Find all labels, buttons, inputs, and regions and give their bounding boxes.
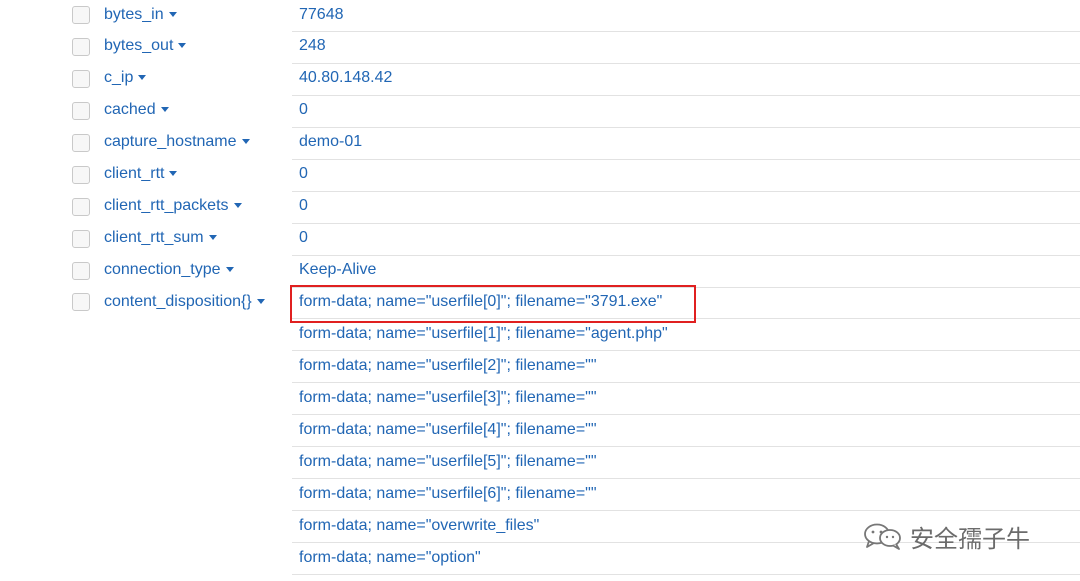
- field-value[interactable]: form-data; name="userfile[6]"; filename=…: [299, 484, 597, 504]
- field-value[interactable]: 0: [299, 100, 308, 120]
- field-checkbox[interactable]: [72, 134, 90, 152]
- caret-down-icon: [233, 203, 242, 209]
- caret-down-icon: [256, 299, 265, 305]
- caret-down-icon: [169, 171, 178, 177]
- field-name[interactable]: content_disposition{}: [104, 292, 265, 312]
- field-row-client-rtt-packets: client_rtt_packets 0: [0, 192, 1080, 224]
- field-checkbox[interactable]: [72, 293, 90, 311]
- caret-down-icon: [160, 107, 169, 113]
- row-separator: [292, 478, 1080, 479]
- watermark: 安全孺子牛: [862, 520, 1030, 553]
- field-checkbox[interactable]: [72, 70, 90, 88]
- field-value[interactable]: demo-01: [299, 132, 362, 152]
- row-separator: [292, 446, 1080, 447]
- field-value[interactable]: 0: [299, 164, 308, 184]
- field-checkbox[interactable]: [72, 198, 90, 216]
- field-name[interactable]: client_rtt: [104, 164, 178, 184]
- caret-down-icon: [138, 75, 147, 81]
- field-value[interactable]: form-data; name="userfile[2]"; filename=…: [299, 356, 597, 376]
- field-value[interactable]: form-data; name="option": [299, 548, 481, 568]
- field-checkbox[interactable]: [72, 38, 90, 56]
- field-name[interactable]: client_rtt_packets: [104, 196, 242, 216]
- field-value[interactable]: 77648: [299, 5, 344, 25]
- field-value[interactable]: form-data; name="userfile[1]"; filename=…: [299, 324, 668, 344]
- field-name[interactable]: capture_hostname: [104, 132, 250, 152]
- field-name[interactable]: bytes_out: [104, 36, 187, 56]
- field-row-bytes-out: bytes_out 248: [0, 32, 1080, 64]
- row-separator: [292, 382, 1080, 383]
- field-row-connection-type: connection_type Keep-Alive: [0, 256, 1080, 288]
- field-checkbox[interactable]: [72, 102, 90, 120]
- row-separator: [292, 350, 1080, 351]
- field-name[interactable]: c_ip: [104, 68, 147, 88]
- field-name[interactable]: bytes_in: [104, 5, 177, 25]
- field-checkbox[interactable]: [72, 166, 90, 184]
- field-checkbox[interactable]: [72, 6, 90, 24]
- row-separator: [292, 414, 1080, 415]
- highlight-box: [290, 285, 696, 323]
- caret-down-icon: [178, 43, 187, 49]
- field-value[interactable]: 40.80.148.42: [299, 68, 392, 88]
- field-value[interactable]: 248: [299, 36, 326, 56]
- field-value[interactable]: form-data; name="overwrite_files": [299, 516, 539, 536]
- field-value[interactable]: 0: [299, 228, 308, 248]
- caret-down-icon: [208, 235, 217, 241]
- field-value[interactable]: form-data; name="userfile[5]"; filename=…: [299, 452, 597, 472]
- field-name[interactable]: connection_type: [104, 260, 234, 280]
- field-row-client-rtt: client_rtt 0: [0, 160, 1080, 192]
- caret-down-icon: [225, 267, 234, 273]
- field-checkbox[interactable]: [72, 262, 90, 280]
- field-name[interactable]: client_rtt_sum: [104, 228, 217, 248]
- watermark-text: 安全孺子牛: [910, 524, 1030, 553]
- caret-down-icon: [241, 139, 250, 145]
- field-row-cached: cached 0: [0, 96, 1080, 128]
- field-value[interactable]: form-data; name="userfile[3]"; filename=…: [299, 388, 597, 408]
- row-separator: [292, 510, 1080, 511]
- caret-down-icon: [168, 12, 177, 18]
- field-row-c-ip: c_ip 40.80.148.42: [0, 64, 1080, 96]
- field-row-client-rtt-sum: client_rtt_sum 0: [0, 224, 1080, 256]
- field-row-capture-hostname: capture_hostname demo-01: [0, 128, 1080, 160]
- wechat-icon: [864, 523, 901, 550]
- field-value[interactable]: 0: [299, 196, 308, 216]
- field-row-bytes-in: bytes_in 77648: [0, 0, 1080, 32]
- field-checkbox[interactable]: [72, 230, 90, 248]
- field-value[interactable]: form-data; name="userfile[4]"; filename=…: [299, 420, 597, 440]
- field-name[interactable]: cached: [104, 100, 169, 120]
- row-separator: [292, 574, 1080, 575]
- field-value[interactable]: Keep-Alive: [299, 260, 376, 280]
